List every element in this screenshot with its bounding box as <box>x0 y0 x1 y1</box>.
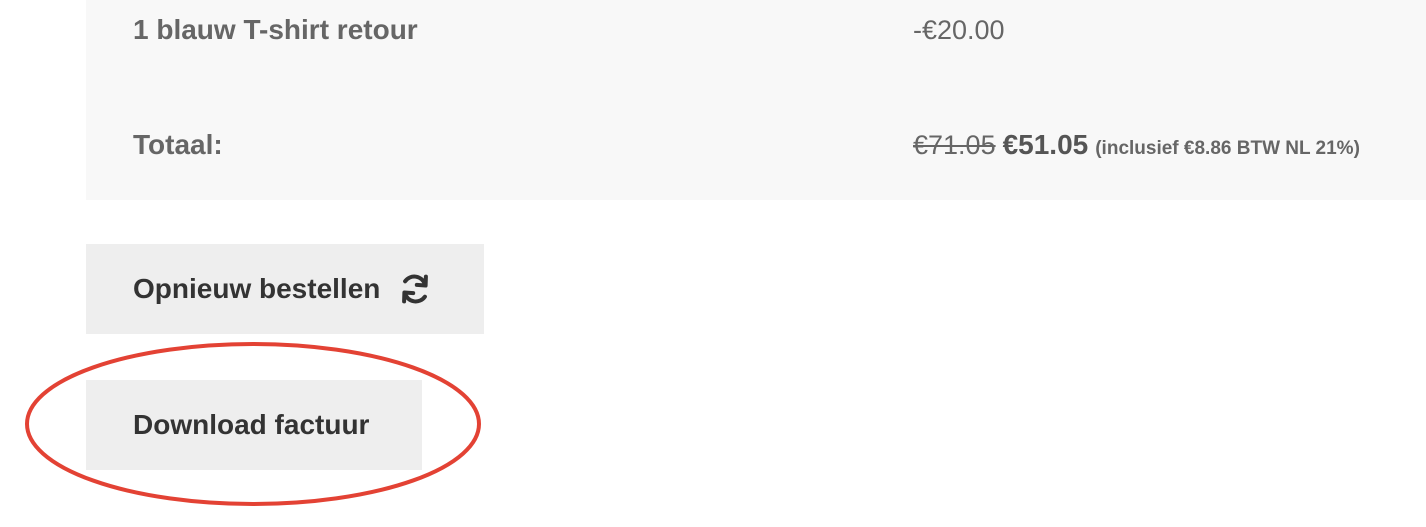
refresh-icon <box>398 272 432 306</box>
total-label: Totaal: <box>133 129 223 160</box>
total-row: Totaal: €71.05 €51.05 (inclusief €8.86 B… <box>86 117 1426 173</box>
order-summary-table: 1 blauw T-shirt retour -€20.00 Totaal: €… <box>86 0 1426 200</box>
total-price-group: €71.05 €51.05 (inclusief €8.86 BTW NL 21… <box>913 129 1360 161</box>
return-item-label: 1 blauw T-shirt retour <box>133 14 418 45</box>
return-amount: -€20.00 <box>913 14 1005 45</box>
tax-note: (inclusief €8.86 BTW NL 21%) <box>1095 138 1360 159</box>
current-total-price: €51.05 <box>1002 129 1089 160</box>
original-total-price: €71.05 <box>913 130 996 160</box>
return-item-row: 1 blauw T-shirt retour -€20.00 <box>86 2 1426 58</box>
download-invoice-label: Download factuur <box>133 409 370 440</box>
reorder-button[interactable]: Opnieuw bestellen <box>86 244 484 334</box>
reorder-button-label: Opnieuw bestellen <box>133 273 381 304</box>
download-invoice-button[interactable]: Download factuur <box>86 380 422 470</box>
order-details-page: 1 blauw T-shirt retour -€20.00 Totaal: €… <box>0 0 1426 527</box>
